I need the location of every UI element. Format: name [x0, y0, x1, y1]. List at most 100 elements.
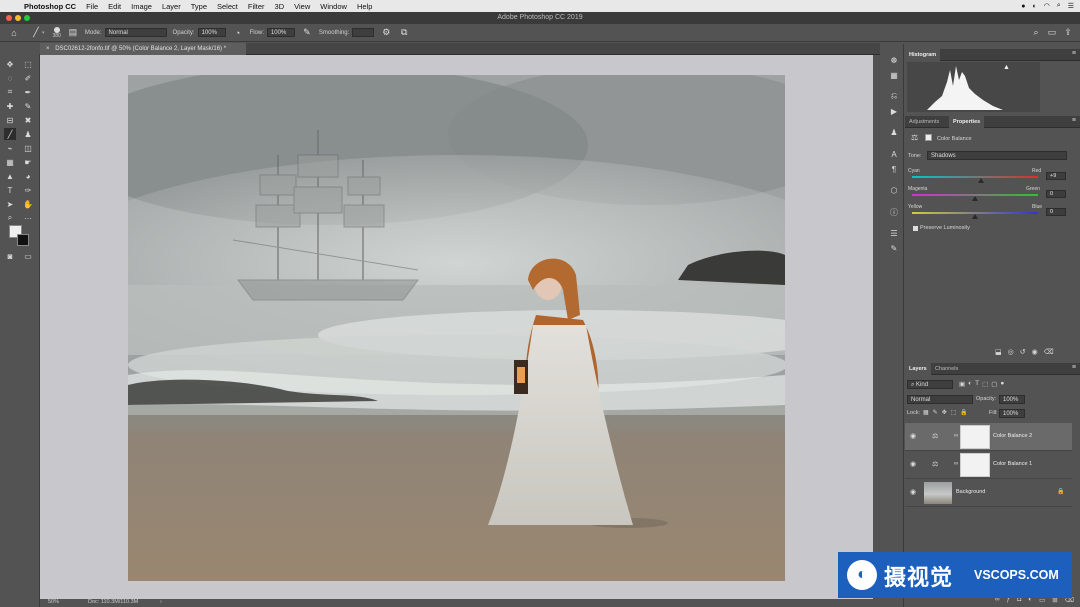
- gear-icon[interactable]: ⚙: [380, 27, 392, 39]
- lock-all-icon[interactable]: 🔒: [960, 409, 967, 416]
- clone-source-icon[interactable]: ♟: [888, 126, 900, 138]
- mode-select[interactable]: Normal: [104, 28, 167, 37]
- menu-window[interactable]: Window: [320, 2, 347, 11]
- zoom-window-button[interactable]: [24, 15, 30, 21]
- brush-preset-caret[interactable]: ▾: [42, 30, 45, 36]
- menu-3d[interactable]: 3D: [275, 2, 285, 11]
- smoothing-field[interactable]: [352, 28, 375, 37]
- eraser-tool-icon[interactable]: ◫: [22, 142, 34, 154]
- layer-name[interactable]: Color Balance 1: [993, 461, 1032, 467]
- clone-stamp-tool-icon[interactable]: ♟: [22, 128, 34, 140]
- lasso-tool-icon[interactable]: ◌: [4, 72, 16, 84]
- document-tab[interactable]: × DSC02612-2fonfo.tif @ 50% (Color Balan…: [40, 43, 246, 55]
- yellow-blue-value[interactable]: 0: [1046, 208, 1066, 216]
- cyan-red-thumb[interactable]: [977, 178, 984, 183]
- minimize-window-button[interactable]: [15, 15, 21, 21]
- status-icon[interactable]: ●: [1021, 3, 1025, 10]
- move-tool-icon[interactable]: ✥: [4, 58, 16, 70]
- menu-layer[interactable]: Layer: [162, 2, 181, 11]
- view-previous-icon[interactable]: ◎: [1008, 348, 1014, 358]
- layer-row[interactable]: ◉ ⚖ ∞ Color Balance 1: [905, 451, 1072, 479]
- brush-tool-icon[interactable]: ✎: [22, 100, 34, 112]
- lock-artboard-icon[interactable]: ⬚: [951, 409, 957, 416]
- close-window-button[interactable]: [6, 15, 12, 21]
- spotlight-icon[interactable]: ⌕: [1057, 2, 1061, 10]
- layer-mask-thumbnail[interactable]: [960, 453, 990, 477]
- path-select-tool-icon[interactable]: ➤: [4, 198, 16, 210]
- brush-preset-icon[interactable]: ╱: [30, 27, 42, 39]
- layer-opacity-field[interactable]: 100%: [999, 395, 1025, 404]
- layer-kind-filter[interactable]: ⌕ Kind: [907, 380, 953, 389]
- paragraph-icon[interactable]: ¶: [888, 163, 900, 175]
- lock-transparent-icon[interactable]: ▦: [923, 409, 929, 416]
- smart-object-filter-icon[interactable]: ▢: [991, 380, 997, 388]
- flow-field[interactable]: 100%: [266, 28, 295, 37]
- history-icon[interactable]: ⎌: [888, 90, 900, 102]
- brush-size-picker[interactable]: 380: [53, 26, 61, 39]
- brush-settings-icon[interactable]: ▤: [67, 27, 79, 39]
- panel-menu-icon[interactable]: ≡: [1072, 364, 1076, 371]
- healing-tool-icon[interactable]: ✚: [4, 100, 16, 112]
- menu-edit[interactable]: Edit: [108, 2, 121, 11]
- blur-tool-icon[interactable]: ▲: [4, 170, 16, 182]
- photo-canvas[interactable]: [128, 75, 785, 581]
- eye-icon[interactable]: ◉: [908, 488, 918, 498]
- menu-image[interactable]: Image: [131, 2, 152, 11]
- zoom-tool-icon[interactable]: ⌕: [4, 212, 16, 224]
- magenta-green-thumb[interactable]: [972, 196, 978, 201]
- tone-select[interactable]: Shadows: [927, 151, 1067, 160]
- cyan-red-track[interactable]: [912, 176, 1038, 178]
- quick-mask-icon[interactable]: ◙: [4, 250, 16, 262]
- layer-mask-thumbnail[interactable]: [960, 425, 990, 449]
- clip-to-layer-icon[interactable]: ⬓: [995, 348, 1002, 358]
- visibility-icon[interactable]: ◉: [1032, 348, 1038, 358]
- mixer-brush-tool-icon[interactable]: ⌁: [4, 142, 16, 154]
- layer-row[interactable]: ◉ ⚖ ∞ Color Balance 2: [905, 423, 1072, 451]
- layer-name[interactable]: Background: [956, 489, 985, 495]
- preserve-luminosity-checkbox[interactable]: [913, 226, 918, 231]
- app-menu[interactable]: Photoshop CC: [24, 2, 76, 11]
- filter-toggle-icon[interactable]: ●: [1000, 380, 1004, 388]
- warning-icon[interactable]: ▲: [1003, 64, 1010, 71]
- layer-row[interactable]: ◉ Background 🔒: [905, 479, 1072, 507]
- trash-icon[interactable]: ⌫: [1044, 348, 1054, 358]
- crop-tool-icon[interactable]: ⌗: [4, 86, 16, 98]
- link-icon[interactable]: ∞: [954, 433, 958, 439]
- share-icon[interactable]: ⇪: [1062, 27, 1074, 39]
- 3d-icon[interactable]: ⬡: [888, 184, 900, 196]
- search-icon[interactable]: ⌕: [1030, 27, 1042, 39]
- type-tool-icon[interactable]: T: [4, 184, 16, 196]
- layer-mask-icon[interactable]: [925, 134, 932, 141]
- brush-tool-active-icon[interactable]: ╱: [4, 128, 16, 140]
- character-icon[interactable]: A: [888, 148, 900, 160]
- cyan-red-value[interactable]: +9: [1046, 172, 1066, 180]
- dodge-tool-icon[interactable]: ◕: [22, 170, 34, 182]
- tab-histogram[interactable]: Histogram: [905, 49, 941, 61]
- zoom-readout[interactable]: 50%: [48, 599, 59, 605]
- tab-adjustments[interactable]: Adjustments: [905, 116, 943, 128]
- symmetry-icon[interactable]: ⧉: [398, 27, 410, 39]
- creative-cloud-icon[interactable]: ◐: [1032, 3, 1036, 10]
- background-color-swatch[interactable]: [17, 234, 29, 246]
- reset-icon[interactable]: ↺: [1020, 348, 1026, 358]
- link-icon[interactable]: ∞: [954, 461, 958, 467]
- eye-icon[interactable]: ◉: [908, 460, 918, 470]
- tab-properties[interactable]: Properties: [949, 116, 985, 128]
- shape-filter-icon[interactable]: ⬚: [982, 380, 988, 388]
- hand-tool-icon[interactable]: ✋: [22, 198, 34, 210]
- menu-select[interactable]: Select: [217, 2, 238, 11]
- yellow-blue-thumb[interactable]: [972, 214, 978, 219]
- stamp-tool-icon[interactable]: ⊟: [4, 114, 16, 126]
- menu-filter[interactable]: Filter: [248, 2, 265, 11]
- menu-help[interactable]: Help: [357, 2, 372, 11]
- adjustment-filter-icon[interactable]: ◐: [968, 380, 972, 388]
- screen-mode-icon[interactable]: ▭: [22, 250, 34, 262]
- type-filter-icon[interactable]: T: [975, 380, 979, 388]
- layer-thumbnail[interactable]: [924, 482, 952, 504]
- lock-position-icon[interactable]: ✥: [942, 409, 947, 416]
- history-brush-tool-icon[interactable]: ✖: [22, 114, 34, 126]
- menu-type[interactable]: Type: [191, 2, 207, 11]
- eyedropper-tool-icon[interactable]: ✒: [22, 86, 34, 98]
- close-icon[interactable]: ×: [46, 46, 50, 52]
- brush-settings-panel-icon[interactable]: ✎: [888, 242, 900, 254]
